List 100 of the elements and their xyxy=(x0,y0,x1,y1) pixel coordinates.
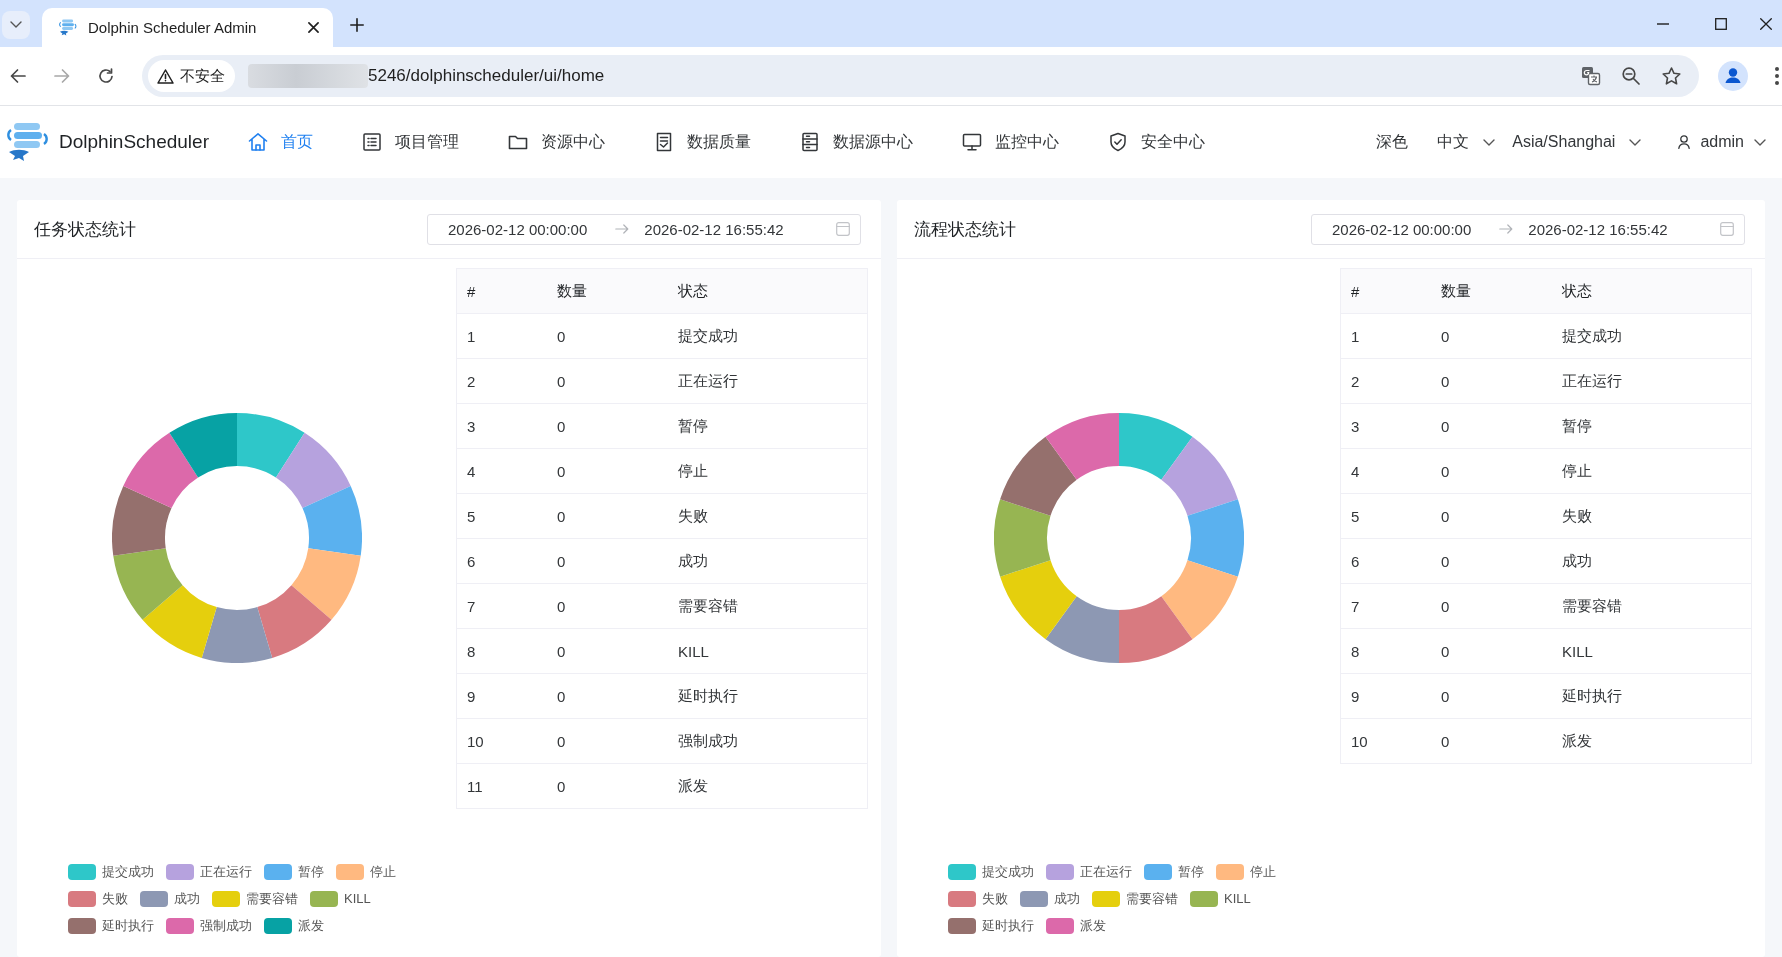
panel-title: 流程状态统计 xyxy=(914,218,1016,241)
table-cell: 3 xyxy=(1340,403,1431,449)
table-cell: 0 xyxy=(547,673,668,719)
table-cell: KILL xyxy=(668,628,868,674)
legend-label: 延时执行 xyxy=(102,916,154,935)
translate-icon xyxy=(1581,66,1601,86)
table-cell: 失败 xyxy=(668,493,868,539)
user-menu[interactable]: admin xyxy=(1678,133,1766,151)
table-cell: 0 xyxy=(547,493,668,539)
forward-arrow-icon xyxy=(54,68,70,84)
legend-label: 停止 xyxy=(370,862,396,881)
table-cell: 提交成功 xyxy=(668,313,868,359)
table-cell: 延时执行 xyxy=(668,673,868,719)
back-arrow-icon xyxy=(10,68,26,84)
table-cell: 需要容错 xyxy=(668,583,868,629)
panel-title: 任务状态统计 xyxy=(34,218,136,241)
table-cell: 0 xyxy=(1431,673,1552,719)
table-cell: 成功 xyxy=(1552,538,1752,584)
arrow-right-icon xyxy=(1499,224,1514,234)
table-cell: 6 xyxy=(1340,538,1431,584)
date-range-field[interactable]: 2026-02-12 00:00:00 2026-02-12 16:55:42 xyxy=(1311,213,1745,245)
plus-icon xyxy=(350,17,364,32)
calendar-icon xyxy=(1720,222,1734,236)
legend-label: 暂停 xyxy=(1178,862,1204,881)
legend-label: 派发 xyxy=(1080,916,1106,935)
legend-label: 正在运行 xyxy=(200,862,252,881)
legend-label: 停止 xyxy=(1250,862,1276,881)
logo-icon xyxy=(5,122,51,162)
table-cell: 0 xyxy=(547,718,668,764)
table-cell: 0 xyxy=(547,403,668,449)
chevron-down-icon xyxy=(1754,138,1766,146)
column-header: 数量 xyxy=(547,268,668,314)
table-cell: 提交成功 xyxy=(1552,313,1752,359)
table-cell: 0 xyxy=(1431,718,1552,764)
nav-item[interactable]: 资源中心 xyxy=(508,131,605,153)
column-header: # xyxy=(456,268,547,314)
date-range-field[interactable]: 2026-02-12 00:00:00 2026-02-12 16:55:42 xyxy=(427,213,861,245)
chevron-down-icon xyxy=(10,21,22,28)
legend-label: 成功 xyxy=(174,889,200,908)
legend-label: 延时执行 xyxy=(982,916,1034,935)
nav-item[interactable]: 首页 xyxy=(248,131,313,153)
table-cell: 0 xyxy=(547,583,668,629)
table-cell: 0 xyxy=(1431,448,1552,494)
brand-name: DolphinScheduler xyxy=(59,131,209,153)
more-menu-icon xyxy=(1775,67,1779,85)
document-icon xyxy=(654,132,674,152)
nav-item[interactable]: 安全中心 xyxy=(1108,131,1205,153)
table-cell: 0 xyxy=(547,763,668,809)
table-cell: 5 xyxy=(456,493,547,539)
theme-toggle-button[interactable]: 深色 xyxy=(1376,131,1409,153)
table-cell: 派发 xyxy=(1552,718,1752,764)
list-icon xyxy=(362,132,382,152)
column-header: 数量 xyxy=(1431,268,1552,314)
table-cell: 1 xyxy=(1340,313,1431,359)
arrow-right-icon xyxy=(615,224,630,234)
table-cell: 暂停 xyxy=(668,403,868,449)
table-cell: 停止 xyxy=(668,448,868,494)
table-cell: 暂停 xyxy=(1552,403,1752,449)
nav-item[interactable]: 数据源中心 xyxy=(800,131,913,153)
end-date-input[interactable]: 2026-02-12 16:55:42 xyxy=(644,220,784,238)
table-cell: 8 xyxy=(1340,628,1431,674)
nav-item[interactable]: 数据质量 xyxy=(654,131,751,153)
table-cell: 0 xyxy=(547,628,668,674)
chevron-down-icon xyxy=(1483,138,1496,146)
table-cell: 8 xyxy=(456,628,547,674)
table-cell: 0 xyxy=(547,448,668,494)
browser-tab[interactable]: Dolphin Scheduler Admin xyxy=(42,8,333,47)
legend-label: KILL xyxy=(344,891,371,906)
close-icon xyxy=(1760,17,1772,30)
table-cell: 正在运行 xyxy=(1552,358,1752,404)
timezone-dropdown[interactable]: Asia/Shanghai xyxy=(1512,133,1642,151)
table-cell: 强制成功 xyxy=(668,718,868,764)
legend-label: 提交成功 xyxy=(102,862,154,881)
nav-item[interactable]: 监控中心 xyxy=(962,131,1059,153)
monitor-icon xyxy=(962,132,982,152)
table-cell: 11 xyxy=(456,763,547,809)
legend-label: 需要容错 xyxy=(1126,889,1178,908)
reload-icon xyxy=(98,68,114,84)
zoom-out-icon xyxy=(1622,67,1640,85)
legend-label: 强制成功 xyxy=(200,916,252,935)
profile-button[interactable] xyxy=(1718,61,1748,91)
nav-item[interactable]: 项目管理 xyxy=(362,131,459,153)
column-header: # xyxy=(1340,268,1431,314)
table-cell: 0 xyxy=(547,358,668,404)
language-dropdown[interactable]: 中文 xyxy=(1437,131,1496,153)
legend-label: 派发 xyxy=(298,916,324,935)
security-chip[interactable]: 不安全 xyxy=(148,60,235,92)
start-date-input[interactable]: 2026-02-12 00:00:00 xyxy=(1332,220,1472,238)
start-date-input[interactable]: 2026-02-12 00:00:00 xyxy=(448,220,588,238)
table-cell: 0 xyxy=(1431,358,1552,404)
close-icon xyxy=(307,22,319,33)
shield-icon xyxy=(1108,132,1128,152)
legend-label: 暂停 xyxy=(298,862,324,881)
legend-label: 成功 xyxy=(1054,889,1080,908)
table-cell: 9 xyxy=(456,673,547,719)
end-date-input[interactable]: 2026-02-12 16:55:42 xyxy=(1528,220,1668,238)
table-cell: 4 xyxy=(1340,448,1431,494)
address-bar[interactable]: 不安全 5246/dolphinscheduler/ui/home xyxy=(142,55,1699,97)
table-cell: 5 xyxy=(1340,493,1431,539)
table-cell: 正在运行 xyxy=(668,358,868,404)
